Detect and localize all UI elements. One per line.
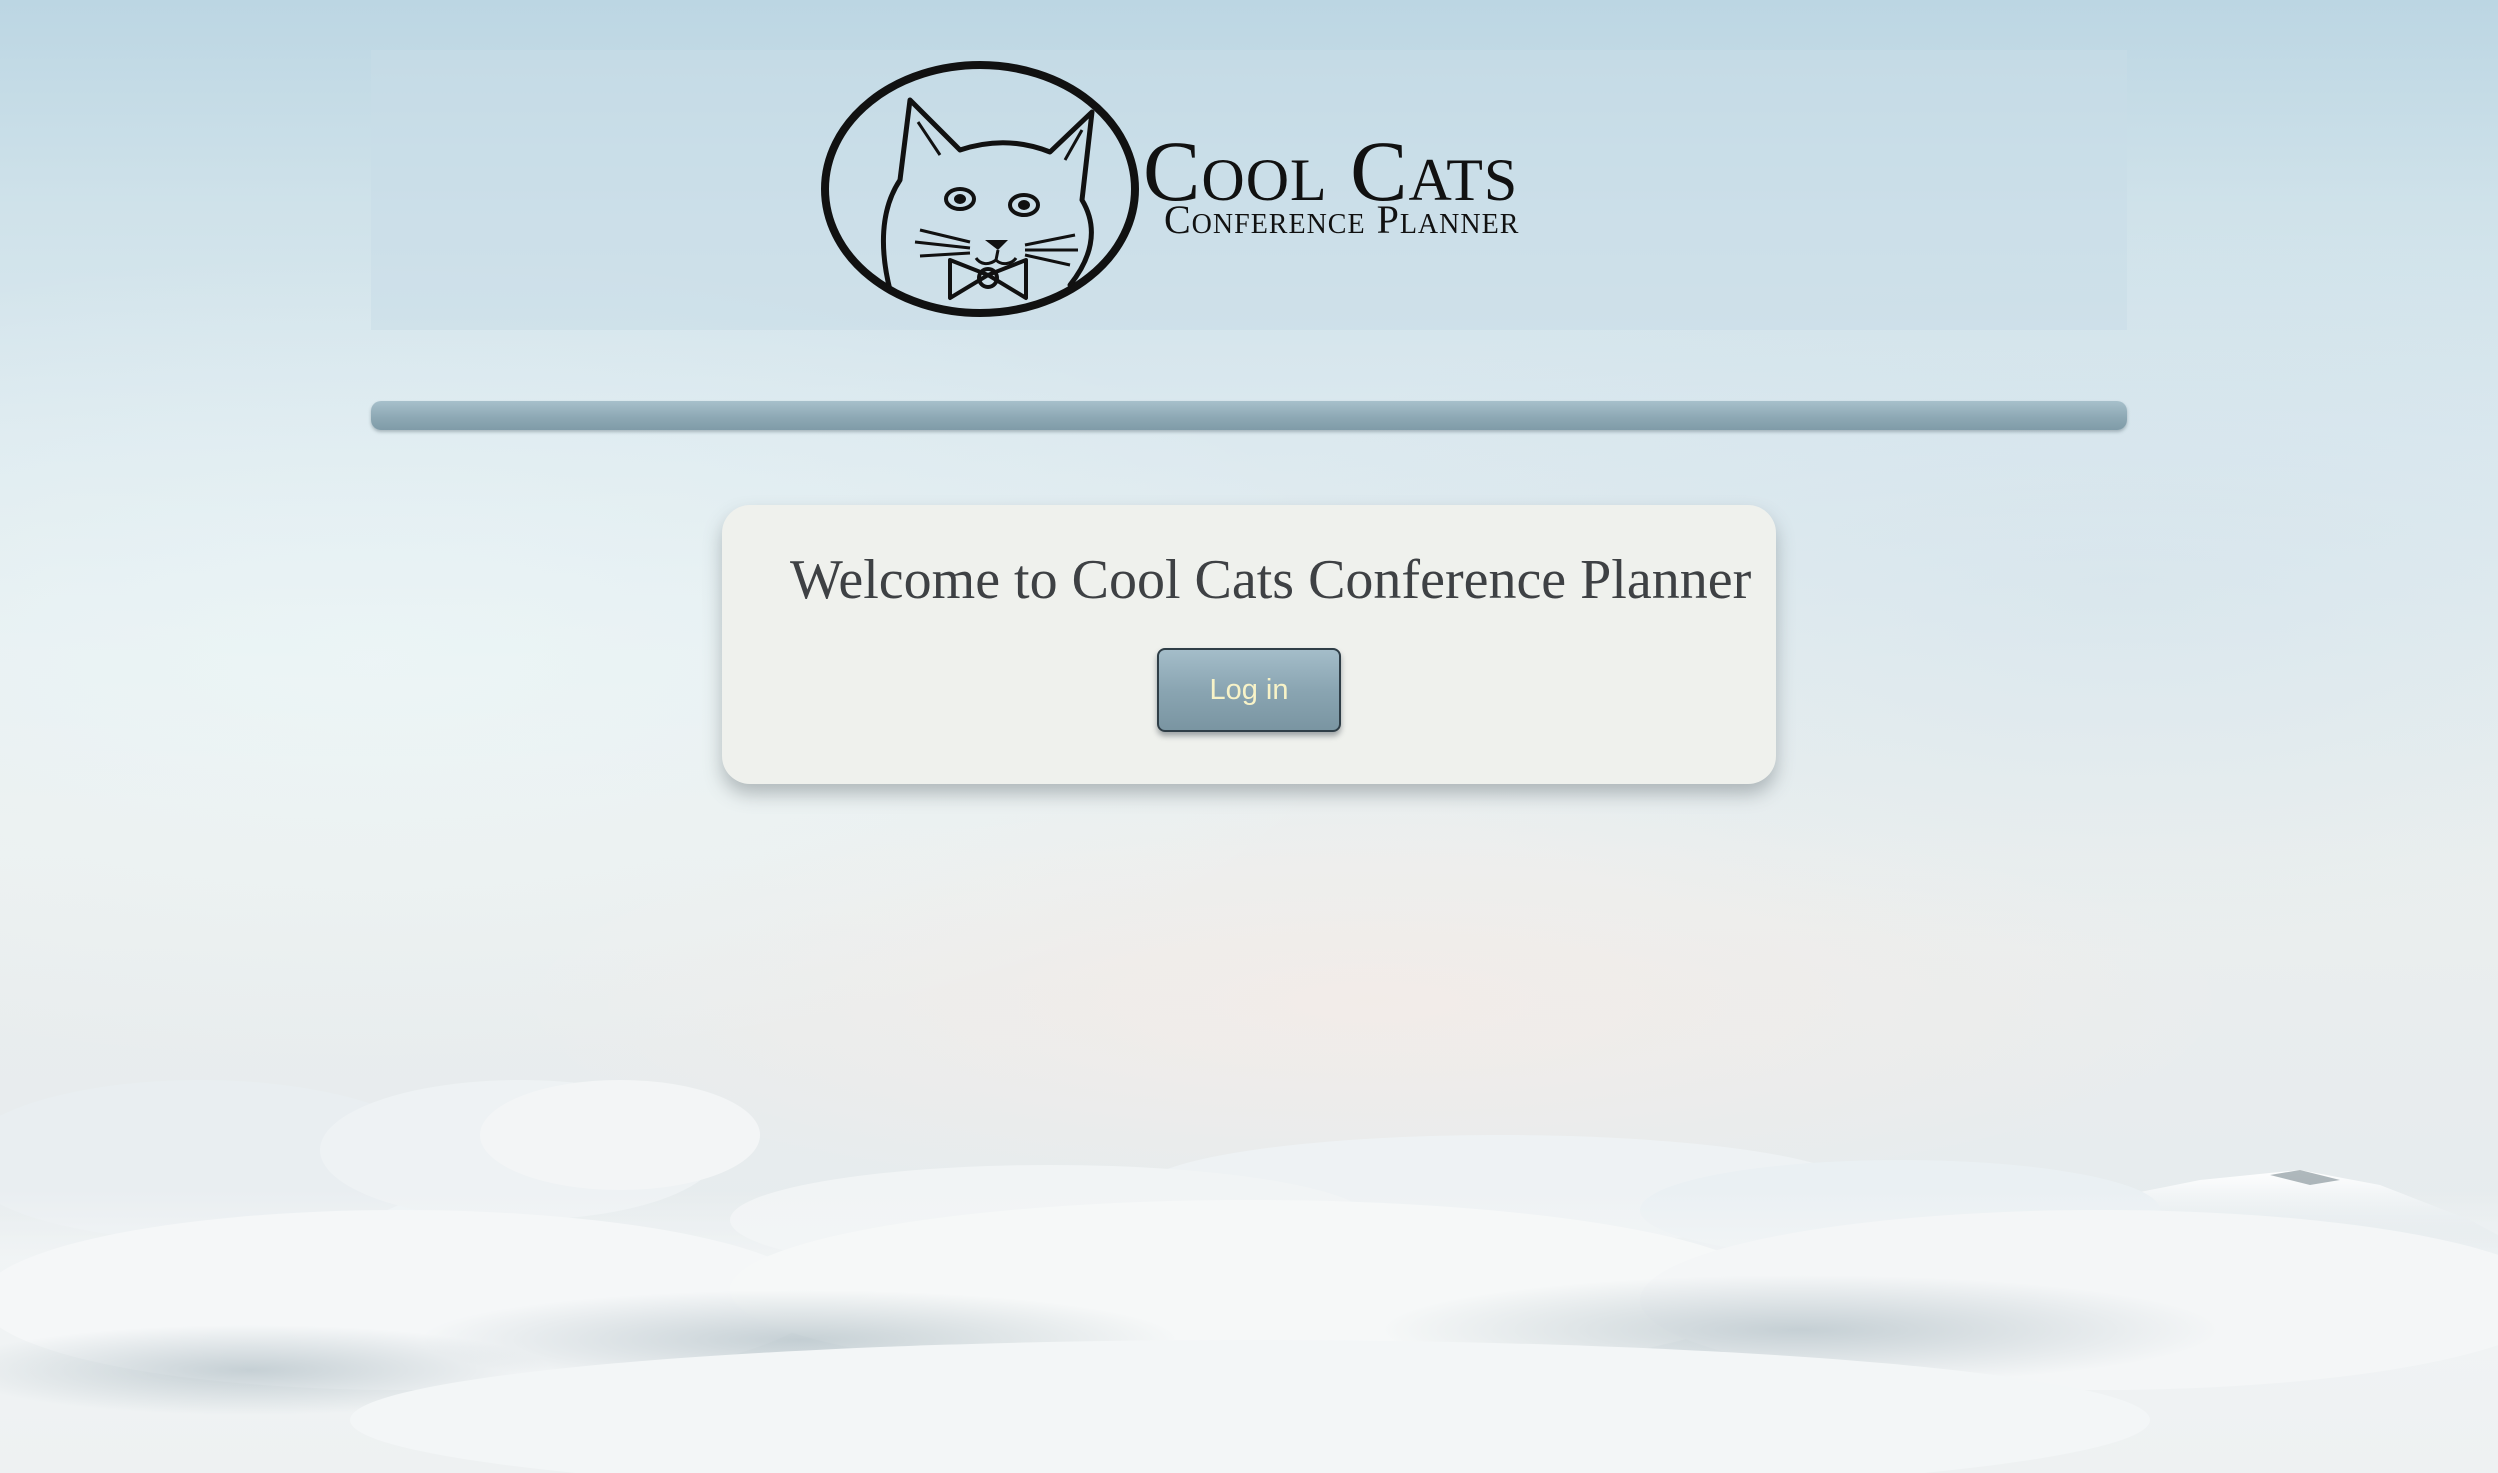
welcome-card <box>722 505 1776 784</box>
welcome-heading: Welcome to Cool Cats Conference Planner <box>790 549 1752 611</box>
login-button[interactable]: Log in <box>1157 648 1341 732</box>
logo-subtitle: Conference Planner <box>1164 197 1520 242</box>
cloud-mountain-background <box>0 1080 2498 1473</box>
navigation-bar <box>371 401 2127 430</box>
